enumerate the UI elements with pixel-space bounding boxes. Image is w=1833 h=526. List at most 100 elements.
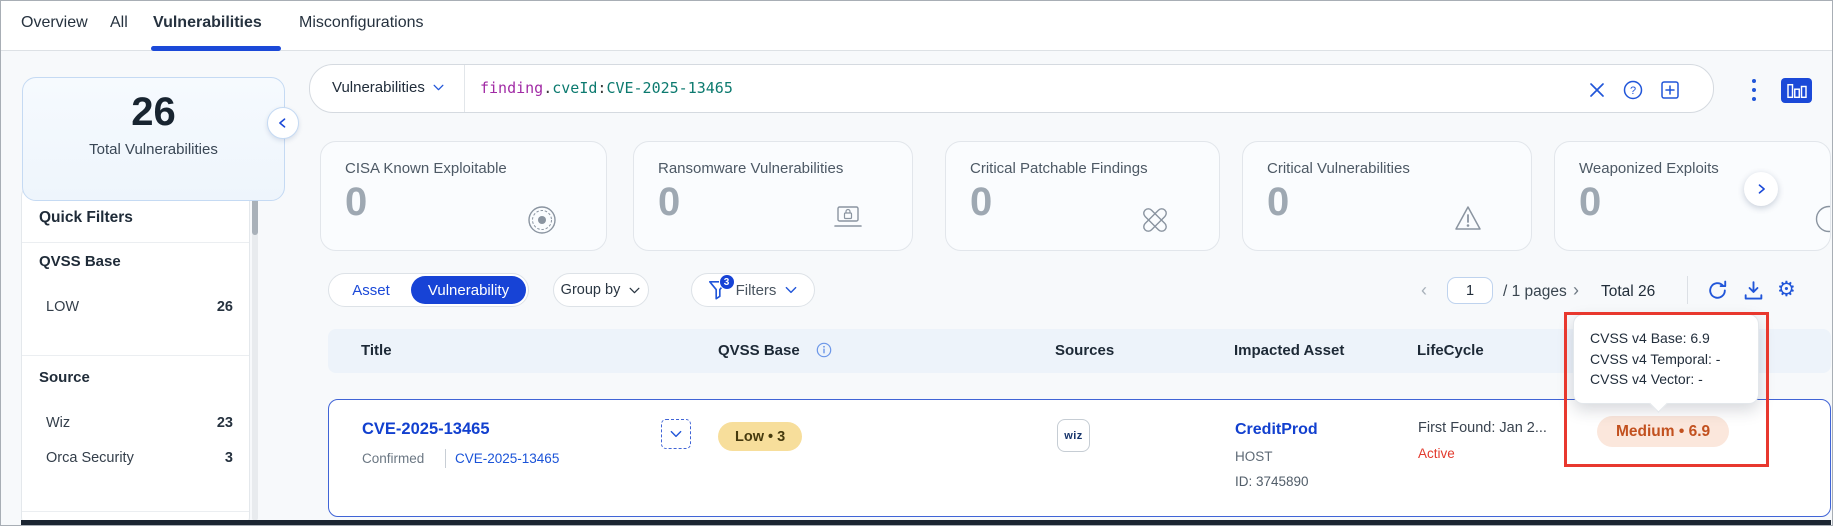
query-value: CVE-2025-13465 [606,79,733,97]
stat-card-patchable[interactable]: Critical Patchable Findings 0 [945,141,1220,251]
stat-card-critical-vulns[interactable]: Critical Vulnerabilities 0 [1242,141,1532,251]
horizontal-scrollbar[interactable] [21,520,1831,525]
stat-card-ransomware[interactable]: Ransomware Vulnerabilities 0 [633,141,913,251]
filter-count-wiz: 23 [216,415,233,431]
clear-search-icon[interactable] [1587,80,1607,100]
stat-card-title: CISA Known Exploitable [345,160,507,177]
asset-id-label: ID: 3745890 [1235,474,1309,489]
chevron-down-icon [432,81,445,94]
query-subfield: cveId [552,79,598,97]
stat-card-title: Ransomware Vulnerabilities [658,160,844,177]
column-header-qvss-base[interactable]: QVSS Base [718,342,800,359]
cve-id-link[interactable]: CVE-2025-13465 [455,451,559,466]
pages-label: / 1 pages [1503,283,1567,300]
chevron-down-icon [784,283,798,297]
stat-card-value: 0 [1267,180,1290,224]
first-found-label: First Found: Jan 2... [1418,420,1547,436]
view-toggle: Asset Vulnerability [328,273,529,307]
page-number-input[interactable]: 1 [1447,277,1493,304]
ransomware-laptop-lock-icon [832,204,864,232]
total-vulnerabilities-card[interactable]: 26 Total Vulnerabilities [22,77,285,201]
page-prev-button[interactable]: ‹ [1421,280,1427,301]
source-wiz-icon[interactable]: wiz [1057,419,1090,452]
cisa-seal-icon [526,204,558,236]
chevron-right-icon [1754,182,1768,196]
stat-card-title: Critical Patchable Findings [970,160,1148,177]
cve-title-link[interactable]: CVE-2025-13465 [362,420,490,439]
stat-card-value: 0 [970,180,993,224]
refresh-icon[interactable] [1706,279,1730,303]
filter-item-low[interactable]: LOW [46,299,79,315]
annotation-highlight-box [1564,312,1769,467]
quick-filters-title: Quick Filters [39,209,133,226]
tab-misconfigurations[interactable]: Misconfigurations [299,14,424,32]
quick-filters-panel: Quick Filters QVSS Base LOW 26 Source Wi… [21,186,250,525]
divider [1687,276,1688,304]
vulnerability-dashboard: Overview All Vulnerabilities Misconfigur… [0,0,1833,526]
settings-gear-icon[interactable]: ⚙ [1777,277,1801,301]
download-icon[interactable] [1742,279,1766,303]
top-nav: Overview All Vulnerabilities Misconfigur… [1,1,1832,51]
search-help-icon[interactable]: ? [1623,80,1643,100]
bar-chart-icon [1785,82,1809,100]
filter-funnel-icon: 3 [708,274,735,300]
group-by-label: Group by [560,282,621,298]
search-bar: Vulnerabilities finding.cveId:CVE-2025-1… [309,64,1714,113]
save-query-icon[interactable] [1660,80,1680,100]
stat-card-value: 0 [1579,180,1602,224]
cards-carousel-next-button[interactable] [1744,172,1778,206]
warning-triangle-icon [1453,204,1483,232]
tab-vulnerabilities[interactable]: Vulnerabilities [153,14,262,32]
filter-count-orca: 3 [224,450,233,466]
search-query-input[interactable]: finding.cveId:CVE-2025-13465 [480,79,733,97]
tab-overview[interactable]: Overview [21,14,88,32]
stat-card-value: 0 [345,180,368,224]
column-header-sources[interactable]: Sources [1055,342,1114,359]
stat-card-weaponized[interactable]: Weaponized Exploits 0 [1554,141,1831,251]
search-scope-label: Vulnerabilities [332,79,425,96]
filters-count-badge: 3 [718,274,735,290]
stat-card-cisa[interactable]: CISA Known Exploitable 0 [320,141,607,251]
active-tab-underline [151,46,281,51]
asset-name-link[interactable]: CreditProd [1235,421,1318,439]
column-header-title[interactable]: Title [361,342,392,359]
filters-label: Filters [735,281,777,299]
column-header-lifecycle[interactable]: LifeCycle [1417,342,1484,359]
tab-all[interactable]: All [110,14,128,32]
chevron-left-icon [276,116,290,130]
lifecycle-status-label: Active [1418,446,1455,461]
stat-card-title: Weaponized Exploits [1579,160,1719,177]
page-next-button[interactable]: › [1573,280,1579,301]
row-status-label: Confirmed [362,451,425,466]
patch-icon [1139,204,1171,236]
chevron-down-icon [628,284,641,297]
divider [22,242,249,243]
divider [445,449,446,468]
asset-type-label: HOST [1235,449,1273,464]
wiz-logo: wiz [1064,429,1083,442]
sidebar-collapse-button[interactable] [267,107,299,139]
chevron-down-icon [669,427,683,441]
kebab-menu-icon[interactable] [1749,77,1759,103]
info-icon[interactable] [816,342,832,358]
total-count-label: Total 26 [1601,283,1656,300]
total-vulnerabilities-label: Total Vulnerabilities [89,141,218,158]
divider [464,65,465,112]
filter-count-low: 26 [216,299,233,315]
divider [22,355,249,356]
query-dot: . [543,79,553,97]
column-header-impacted-asset[interactable]: Impacted Asset [1234,342,1344,359]
row-expand-button[interactable] [661,419,691,449]
filter-item-wiz[interactable]: Wiz [46,415,70,431]
filter-item-orca[interactable]: Orca Security [46,450,134,466]
search-scope-dropdown[interactable]: Vulnerabilities [332,79,445,96]
filter-section-source: Source [39,369,90,386]
group-by-button[interactable]: Group by [553,273,649,307]
qvss-severity-badge[interactable]: Low • 3 [718,422,803,451]
view-toggle-asset[interactable]: Asset [329,274,413,306]
filters-button[interactable]: 3 Filters [691,273,815,307]
filter-section-qvss-base: QVSS Base [39,253,121,270]
trend-chart-toggle[interactable] [1781,78,1812,103]
view-toggle-vulnerability[interactable]: Vulnerability [411,276,526,304]
stat-card-value: 0 [658,180,681,224]
